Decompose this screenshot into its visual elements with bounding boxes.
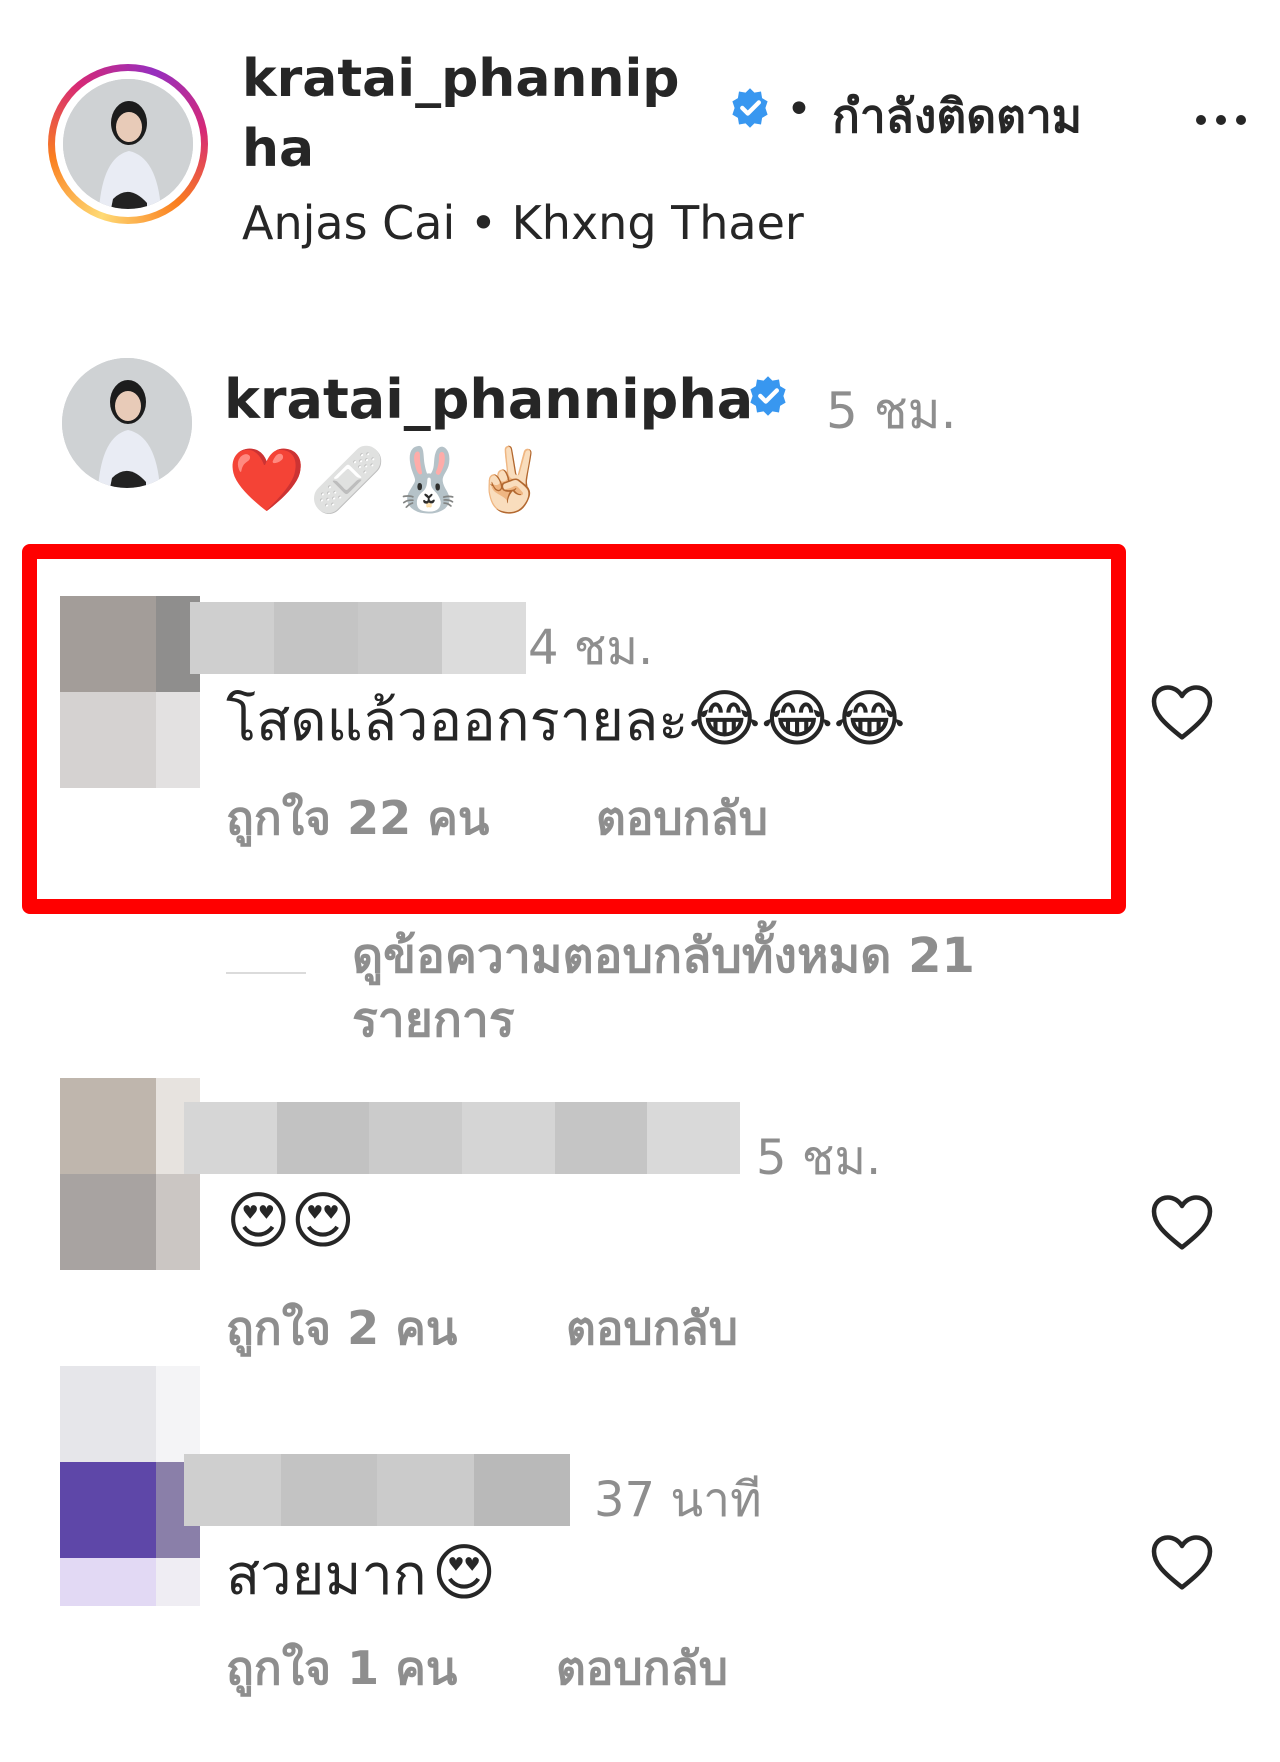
reply-button[interactable]: ตอบกลับ	[556, 1632, 728, 1705]
avatar[interactable]	[60, 1078, 200, 1270]
caption-text: ❤️🩹🐰✌🏻	[228, 443, 553, 516]
verified-badge-icon	[728, 86, 772, 134]
comment-timestamp[interactable]: 37 นาที	[594, 1462, 762, 1538]
separator-dot: •	[786, 84, 812, 135]
heart-icon[interactable]	[1150, 682, 1214, 742]
blurred-username[interactable]	[184, 1454, 570, 1526]
comment-emoji: 😂😂😂	[688, 682, 906, 755]
blurred-username[interactable]	[184, 1102, 741, 1174]
more-options-icon[interactable]	[1196, 110, 1256, 129]
blurred-username[interactable]	[190, 602, 526, 674]
comment-likes[interactable]: ถูกใจ 2 คน	[226, 1292, 457, 1365]
comment-likes[interactable]: ถูกใจ 1 คน	[226, 1632, 457, 1705]
view-replies-divider	[226, 972, 306, 974]
comment-body: โสดแล้วออกรายละ😂😂😂	[226, 676, 906, 765]
reply-button[interactable]: ตอบกลับ	[596, 782, 768, 855]
comment-emoji: 😍	[431, 1536, 497, 1609]
reply-button[interactable]: ตอบกลับ	[566, 1292, 738, 1365]
profile-story-ring[interactable]	[48, 64, 208, 224]
comment-emoji: 😍😍	[226, 1184, 356, 1257]
caption-timestamp[interactable]: 5 ชม.	[826, 372, 957, 451]
post-author-username[interactable]: kratai_phannipha	[242, 44, 702, 184]
caption-username[interactable]: kratai_phannipha	[224, 368, 753, 431]
view-all-replies-button[interactable]: ดูข้อความตอบกลับทั้งหมด 21 รายการ	[352, 924, 1132, 1052]
avatar[interactable]	[60, 1366, 200, 1606]
comment-timestamp[interactable]: 5 ชม.	[756, 1120, 881, 1196]
comment-timestamp[interactable]: 4 ชม.	[528, 610, 653, 686]
comment-text: สวยมาก	[226, 1543, 427, 1608]
comment-text: โสดแล้วออกรายละ	[226, 689, 689, 754]
avatar[interactable]	[60, 596, 200, 788]
following-button[interactable]: กำลังติดตาม	[832, 80, 1082, 153]
comment-likes[interactable]: ถูกใจ 22 คน	[226, 782, 489, 855]
avatar[interactable]	[62, 358, 192, 488]
comment-body: 😍😍	[226, 1184, 355, 1257]
verified-badge-icon	[746, 374, 790, 422]
heart-icon[interactable]	[1150, 1192, 1214, 1252]
avatar[interactable]	[63, 79, 193, 209]
comment-body: สวยมาก 😍	[226, 1530, 496, 1619]
post-location[interactable]: Anjas Cai • Khxng Thaer	[242, 196, 804, 250]
heart-icon[interactable]	[1150, 1532, 1214, 1592]
